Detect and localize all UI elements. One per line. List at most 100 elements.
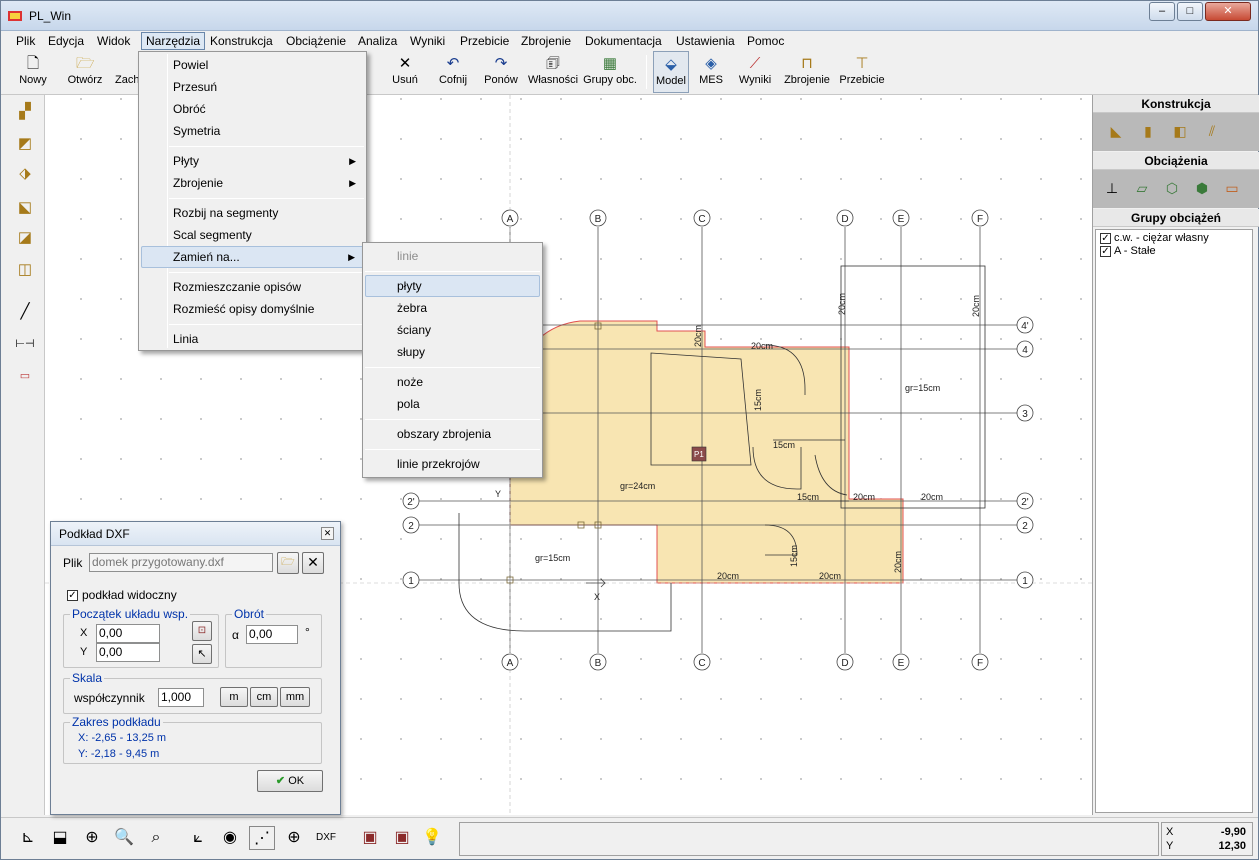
menu-plik[interactable]: Plik xyxy=(12,33,39,49)
unit-cm-button[interactable]: cm xyxy=(250,687,278,707)
undo-button[interactable]: ↶ Cofnij xyxy=(433,51,473,93)
punching-button[interactable]: ⊤ Przebicie xyxy=(839,51,885,93)
reinforcement-button[interactable]: ⊓ Zbrojenie xyxy=(783,51,831,93)
menu-item-linia[interactable]: Linia xyxy=(141,328,364,350)
menu-item-przesun[interactable]: Przesuń xyxy=(141,76,364,98)
file-path-field[interactable]: domek przygotowany.dxf xyxy=(89,553,273,572)
menu-widok[interactable]: Widok xyxy=(93,33,134,49)
open-button[interactable]: 🗁 Otwórz xyxy=(63,51,107,93)
load-group-item[interactable]: ✓ A - Stałe xyxy=(1100,245,1156,257)
model-button[interactable]: ⬙ Model xyxy=(653,51,689,93)
zoom-in-icon[interactable]: 🔍 xyxy=(111,826,137,850)
dialog-close-button[interactable]: ✕ xyxy=(321,527,334,540)
area-load-icon[interactable]: ⬡ xyxy=(1161,180,1183,198)
scale-factor-input[interactable]: 1,000 xyxy=(158,688,204,707)
beam-icon[interactable]: ⫽ xyxy=(1201,123,1223,141)
maximize-button[interactable]: □ xyxy=(1177,2,1203,21)
slab-area[interactable] xyxy=(509,320,904,584)
submenu-item-slupy[interactable]: słupy xyxy=(365,341,540,363)
view-3d-icon[interactable]: ⬓ xyxy=(47,826,73,850)
menu-item-scal[interactable]: Scal segmenty xyxy=(141,224,364,246)
scale-tool-icon[interactable]: ▭ xyxy=(14,365,36,387)
close-button[interactable]: ✕ xyxy=(1205,2,1251,21)
submenu-item-zebra[interactable]: żebra xyxy=(365,297,540,319)
checkbox[interactable]: ✓ xyxy=(1100,232,1111,244)
menu-item-zbrojenie[interactable]: Zbrojenie ▶ xyxy=(141,172,364,194)
dxf-icon[interactable]: DXF xyxy=(313,826,339,850)
column-icon[interactable]: ▮ xyxy=(1137,123,1159,141)
rotation-input[interactable]: 0,00 xyxy=(246,625,298,644)
menu-konstrukcja[interactable]: Konstrukcja xyxy=(206,33,277,49)
zoom-icon[interactable]: ⌕ xyxy=(143,826,169,850)
clear-file-button[interactable]: ✕ xyxy=(302,552,324,574)
visible-checkbox[interactable]: ✓ xyxy=(67,589,78,601)
menu-edycja[interactable]: Edycja xyxy=(44,33,88,49)
ok-button[interactable]: ✔ OK xyxy=(257,770,323,792)
menu-zbrojenie[interactable]: Zbrojenie xyxy=(517,33,575,49)
menu-item-plyty[interactable]: Płyty ▶ xyxy=(141,150,364,172)
submenu-item-sciany[interactable]: ściany xyxy=(365,319,540,341)
visible-checkbox-row[interactable]: ✓ podkład widoczny xyxy=(67,588,177,602)
menu-wyniki[interactable]: Wyniki xyxy=(406,33,449,49)
surface-load-icon[interactable]: ▭ xyxy=(1221,180,1243,198)
submenu-item-pola[interactable]: pola xyxy=(365,393,540,415)
minimize-button[interactable]: ‒ xyxy=(1149,2,1175,21)
menu-narzedzia[interactable]: Narzędzia xyxy=(141,32,206,50)
new-button[interactable]: 🗋 Nowy xyxy=(15,51,51,93)
lightbulb-icon[interactable]: 💡 xyxy=(419,826,445,850)
box-load-icon[interactable]: ⬢ xyxy=(1191,180,1213,198)
slab-group-icon[interactable]: ⬕ xyxy=(14,197,36,219)
results-button[interactable]: ⟋ Wyniki xyxy=(735,51,775,93)
menu-obciazenie[interactable]: Obciążenie xyxy=(282,33,350,49)
snap-point-icon[interactable]: ⊕ xyxy=(281,826,307,850)
redo-button[interactable]: ↷ Ponów xyxy=(481,51,521,93)
menu-ustawienia[interactable]: Ustawienia xyxy=(672,33,739,49)
delete-button[interactable]: ✕ Usuń xyxy=(387,51,423,93)
slab-icon[interactable]: ◣ xyxy=(1105,123,1127,141)
slab-tool-icon[interactable]: ▞ xyxy=(14,101,36,123)
line-load-icon[interactable]: ▱ xyxy=(1131,180,1153,198)
origin-y-input[interactable]: 0,00 xyxy=(96,643,160,662)
label-1a-icon[interactable]: ▣ xyxy=(357,826,383,850)
submenu-item-plyty[interactable]: płyty xyxy=(365,275,540,297)
zoom-window-icon[interactable]: ⊕ xyxy=(79,826,105,850)
menu-analiza[interactable]: Analiza xyxy=(354,33,401,49)
slab-delete-icon[interactable]: ◫ xyxy=(14,259,36,281)
menu-item-rozmiesc[interactable]: Rozmieść opisy domyślnie xyxy=(141,298,364,320)
label-1a-add-icon[interactable]: ▣ xyxy=(389,826,415,850)
properties-button[interactable]: 🗊 Własności xyxy=(527,51,579,93)
menu-przebicie[interactable]: Przebicie xyxy=(456,33,513,49)
point-load-icon[interactable]: ⊥ xyxy=(1101,180,1123,198)
checkbox[interactable]: ✓ xyxy=(1100,245,1111,257)
unit-m-button[interactable]: m xyxy=(220,687,248,707)
cursor-pick-button[interactable]: ↖ xyxy=(192,644,212,664)
origin-x-input[interactable]: 0,00 xyxy=(96,624,160,643)
menu-item-powiel[interactable]: Powiel xyxy=(141,54,364,76)
wall-icon[interactable]: ◧ xyxy=(1169,123,1191,141)
menu-item-obroc[interactable]: Obróć xyxy=(141,98,364,120)
pick-origin-button[interactable]: ⊡ xyxy=(192,621,212,641)
axes-icon[interactable]: ⟀ xyxy=(185,826,211,850)
save-button[interactable]: Zach xyxy=(115,51,139,93)
load-group-item[interactable]: ✓ c.w. - ciężar własny xyxy=(1100,232,1209,244)
menu-item-zamien[interactable]: Zamień na... ▶ xyxy=(141,246,364,268)
submenu-item-przekroje[interactable]: linie przekrojów xyxy=(365,453,540,475)
dimension-tool-icon[interactable]: ⊢⊣ xyxy=(14,333,36,355)
line-tool-icon[interactable]: ╱ xyxy=(14,301,36,323)
menu-item-rozbij[interactable]: Rozbij na segmenty xyxy=(141,202,364,224)
menu-dokumentacja[interactable]: Dokumentacja xyxy=(581,33,666,49)
submenu-item-linie[interactable]: linie xyxy=(365,245,540,267)
slab-edit-icon[interactable]: ◩ xyxy=(14,133,36,155)
menu-item-rozmieszczanie[interactable]: Rozmieszczanie opisów xyxy=(141,276,364,298)
submenu-item-noze[interactable]: noże xyxy=(365,371,540,393)
snap-grid-icon[interactable]: ⋰ xyxy=(249,826,275,850)
unit-mm-button[interactable]: mm xyxy=(280,687,310,707)
menu-item-symetria[interactable]: Symetria xyxy=(141,120,364,142)
slab-rotate-icon[interactable]: ⬗ xyxy=(14,163,36,185)
globe-icon[interactable]: ◉ xyxy=(217,826,243,850)
menu-pomoc[interactable]: Pomoc xyxy=(743,33,788,49)
slab-mesh-icon[interactable]: ◪ xyxy=(14,227,36,249)
view-fit-icon[interactable]: ⊾ xyxy=(15,826,41,850)
browse-file-button[interactable]: 🗁 xyxy=(277,552,299,574)
load-groups-button[interactable]: ▦ Grupy obc. xyxy=(581,51,639,93)
